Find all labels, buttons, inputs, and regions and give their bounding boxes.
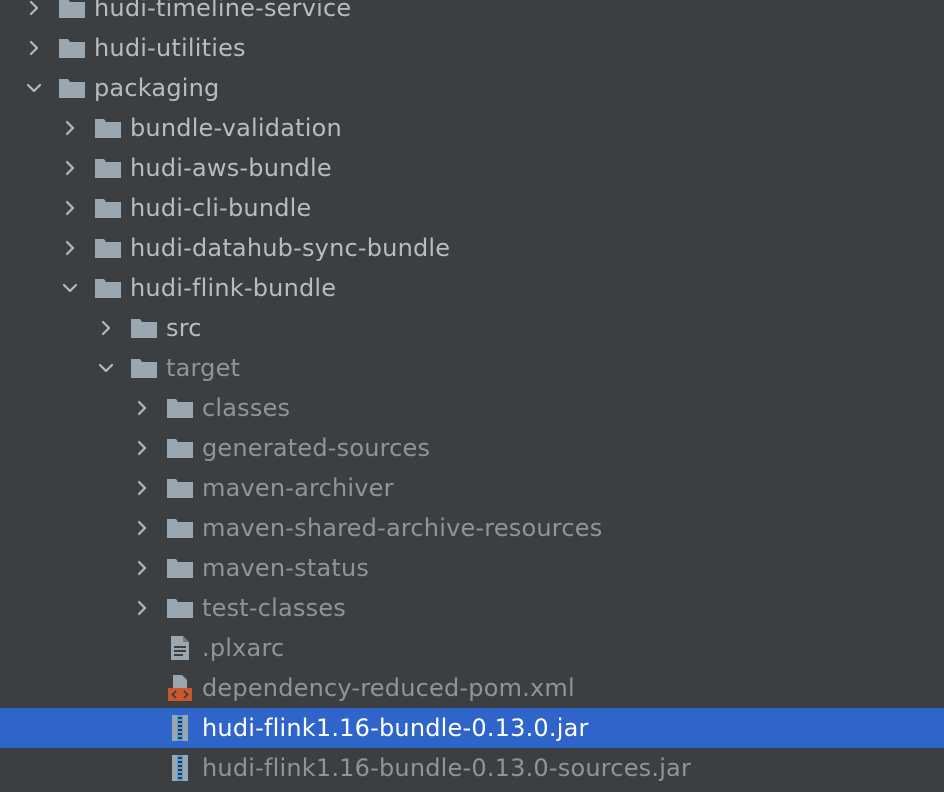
tree-item-label: hudi-flink1.16-bundle-0.13.0-sources.jar — [202, 754, 692, 782]
folder-icon — [94, 234, 122, 262]
tree-item-maven-status[interactable]: maven-status — [0, 548, 944, 588]
tree-item-label: hudi-utilities — [94, 34, 246, 62]
tree-item-maven-archiver[interactable]: maven-archiver — [0, 468, 944, 508]
tree-item-label: bundle-validation — [130, 114, 342, 142]
folder-icon — [58, 74, 86, 102]
folder-icon — [166, 474, 194, 502]
project-tree: hudi-timeline-service hudi-utilities packa… — [0, 0, 944, 792]
tree-item-hudi-cli-bundle[interactable]: hudi-cli-bundle — [0, 188, 944, 228]
tree-item-label: src — [166, 314, 202, 342]
tree-item-label: packaging — [94, 74, 220, 102]
folder-icon — [94, 114, 122, 142]
tree-item-hudi-aws-bundle[interactable]: hudi-aws-bundle — [0, 148, 944, 188]
tree-item-hudi-utilities[interactable]: hudi-utilities — [0, 28, 944, 68]
folder-icon — [94, 274, 122, 302]
tree-item-hudi-flink1-16-bundle-0-13-0-jar[interactable]: hudi-flink1.16-bundle-0.13.0.jar — [0, 708, 944, 748]
folder-icon — [130, 314, 158, 342]
tree-item-label: hudi-cli-bundle — [130, 194, 312, 222]
tree-item-label: classes — [202, 394, 291, 422]
folder-icon — [58, 0, 86, 22]
chevron-down-icon[interactable] — [22, 76, 46, 100]
chevron-down-icon[interactable] — [58, 276, 82, 300]
folder-icon — [58, 34, 86, 62]
tree-item-label: hudi-timeline-service — [94, 0, 352, 22]
folder-icon — [166, 514, 194, 542]
chevron-right-icon[interactable] — [94, 316, 118, 340]
tree-item-label: test-classes — [202, 594, 346, 622]
tree-item-bundle-validation[interactable]: bundle-validation — [0, 108, 944, 148]
chevron-right-icon[interactable] — [130, 436, 154, 460]
chevron-right-icon[interactable] — [130, 556, 154, 580]
chevron-right-icon[interactable] — [58, 196, 82, 220]
folder-icon — [130, 354, 158, 382]
tree-item-label: maven-shared-archive-resources — [202, 514, 603, 542]
folder-icon — [166, 434, 194, 462]
tree-item-plxarc[interactable]: .plxarc — [0, 628, 944, 668]
chevron-right-icon[interactable] — [58, 116, 82, 140]
tree-item-label: hudi-datahub-sync-bundle — [130, 234, 451, 262]
chevron-right-icon[interactable] — [58, 236, 82, 260]
folder-icon — [166, 554, 194, 582]
tree-item-target[interactable]: target — [0, 348, 944, 388]
tree-item-hudi-timeline-service[interactable]: hudi-timeline-service — [0, 0, 944, 28]
text-file-icon — [166, 634, 194, 662]
tree-item-src[interactable]: src — [0, 308, 944, 348]
tree-item-test-classes[interactable]: test-classes — [0, 588, 944, 628]
folder-icon — [94, 194, 122, 222]
jar-file-icon — [166, 754, 194, 782]
tree-item-label: target — [166, 354, 241, 382]
folder-icon — [166, 394, 194, 422]
tree-item-hudi-datahub-sync-bundle[interactable]: hudi-datahub-sync-bundle — [0, 228, 944, 268]
tree-item-label: maven-status — [202, 554, 370, 582]
chevron-right-icon[interactable] — [22, 36, 46, 60]
tree-item-classes[interactable]: classes — [0, 388, 944, 428]
tree-item-dependency-reduced-pom-xml[interactable]: dependency-reduced-pom.xml — [0, 668, 944, 708]
tree-item-label: maven-archiver — [202, 474, 394, 502]
folder-icon — [94, 154, 122, 182]
tree-item-label: hudi-flink1.16-bundle-0.13.0.jar — [202, 714, 589, 742]
folder-icon — [166, 594, 194, 622]
tree-item-label: .plxarc — [202, 634, 285, 662]
jar-file-icon — [166, 714, 194, 742]
chevron-right-icon[interactable] — [22, 0, 46, 20]
tree-item-label: generated-sources — [202, 434, 431, 462]
tree-item-label: dependency-reduced-pom.xml — [202, 674, 575, 702]
tree-item-packaging[interactable]: packaging — [0, 68, 944, 108]
tree-item-hudi-flink1-16-bundle-0-13-0-sources-jar[interactable]: hudi-flink1.16-bundle-0.13.0-sources.jar — [0, 748, 944, 788]
chevron-right-icon[interactable] — [130, 596, 154, 620]
chevron-right-icon[interactable] — [58, 156, 82, 180]
chevron-right-icon[interactable] — [130, 396, 154, 420]
tree-item-hudi-flink-bundle[interactable]: hudi-flink-bundle — [0, 268, 944, 308]
tree-item-maven-shared-archive-resources[interactable]: maven-shared-archive-resources — [0, 508, 944, 548]
chevron-down-icon[interactable] — [94, 356, 118, 380]
tree-item-label: hudi-aws-bundle — [130, 154, 332, 182]
tree-item-label: hudi-flink-bundle — [130, 274, 337, 302]
chevron-right-icon[interactable] — [130, 516, 154, 540]
chevron-right-icon[interactable] — [130, 476, 154, 500]
xml-file-icon — [166, 674, 194, 702]
tree-item-generated-sources[interactable]: generated-sources — [0, 428, 944, 468]
